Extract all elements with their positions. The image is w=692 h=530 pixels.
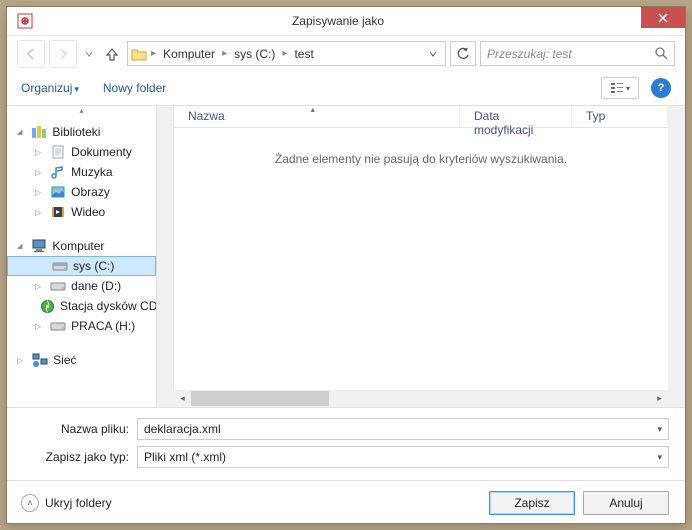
- tree-drive-cd[interactable]: Stacja dysków CD: [7, 296, 156, 316]
- window-title: Zapisywanie jako: [35, 14, 641, 28]
- drive-icon: [51, 258, 68, 274]
- chevron-down-icon[interactable]: ▾: [657, 424, 662, 435]
- new-folder-button[interactable]: Nowy folder: [103, 81, 166, 95]
- hide-folders-button[interactable]: ˄ Ukryj foldery: [21, 494, 112, 512]
- save-button[interactable]: Zapisz: [489, 491, 575, 515]
- search-placeholder: Przeszukaj: test: [487, 47, 655, 61]
- address-bar[interactable]: ▸ Komputer ▸ sys (C:) ▸ test: [127, 41, 446, 66]
- view-options-button[interactable]: ▾: [601, 77, 639, 99]
- search-icon: [655, 47, 668, 60]
- tree-computer[interactable]: Komputer: [7, 236, 156, 256]
- scroll-up-icon[interactable]: ▴: [7, 106, 156, 114]
- footer: ˄ Ukryj foldery Zapisz Anuluj: [7, 480, 685, 525]
- column-type[interactable]: Typ: [572, 106, 668, 127]
- libraries-icon: [30, 124, 47, 140]
- documents-icon: [49, 144, 66, 160]
- empty-message: Żadne elementy nie pasują do kryteriów w…: [174, 152, 668, 166]
- chevron-right-icon: ▸: [150, 48, 157, 59]
- column-date[interactable]: Data modyfikacji: [460, 106, 572, 127]
- tree-videos[interactable]: Wideo: [7, 202, 156, 222]
- column-name[interactable]: ▴ Nazwa: [174, 106, 460, 127]
- vertical-scrollbar[interactable]: [668, 106, 685, 390]
- filetype-label: Zapisz jako typ:: [23, 450, 137, 464]
- save-as-dialog: Zapisywanie jako ▸ Komputer ▸ sys (C:) ▸: [6, 6, 686, 524]
- titlebar: Zapisywanie jako: [7, 7, 685, 35]
- gutter: [157, 106, 174, 390]
- breadcrumb-folder[interactable]: test: [290, 45, 317, 63]
- breadcrumb-computer[interactable]: Komputer: [159, 45, 219, 63]
- up-button[interactable]: [101, 41, 123, 67]
- scroll-thumb[interactable]: [191, 391, 329, 406]
- network-icon: [31, 352, 48, 368]
- filename-input[interactable]: deklaracja.xml ▾: [137, 418, 669, 440]
- videos-icon: [49, 204, 66, 220]
- tree-drive-d[interactable]: dane (D:): [7, 276, 156, 296]
- scroll-left-icon[interactable]: ◂: [174, 390, 191, 407]
- chevron-right-icon: ▸: [281, 48, 288, 59]
- filename-label: Nazwa pliku:: [23, 422, 137, 436]
- sort-asc-icon: ▴: [311, 105, 315, 114]
- tree-documents[interactable]: Dokumenty: [7, 142, 156, 162]
- scroll-right-icon[interactable]: ▸: [651, 390, 668, 407]
- computer-icon: [30, 238, 47, 254]
- forward-button[interactable]: [49, 40, 77, 68]
- cd-drive-icon: [40, 298, 55, 314]
- cancel-button[interactable]: Anuluj: [583, 491, 669, 515]
- recent-dropdown[interactable]: [81, 40, 97, 68]
- address-dropdown[interactable]: [423, 50, 443, 58]
- drive-icon: [49, 318, 66, 334]
- drive-icon: [49, 278, 66, 294]
- close-button[interactable]: [641, 7, 685, 28]
- refresh-button[interactable]: [450, 41, 476, 66]
- tree-pictures[interactable]: Obrazy: [7, 182, 156, 202]
- body: ▴ Biblioteki Dokumenty Muzyka Obrazy: [7, 105, 685, 408]
- filetype-select[interactable]: Pliki xml (*.xml) ▾: [137, 446, 669, 468]
- toolbar: Organizuj▾ Nowy folder ▾ ?: [7, 71, 685, 105]
- tree-drive-c[interactable]: sys (C:): [7, 256, 156, 276]
- save-fields: Nazwa pliku: deklaracja.xml ▾ Zapisz jak…: [7, 408, 685, 480]
- tree-drive-h[interactable]: PRACA (H:): [7, 316, 156, 336]
- search-input[interactable]: Przeszukaj: test: [480, 41, 675, 66]
- folder-icon: [130, 45, 148, 63]
- chevron-right-icon: ▸: [221, 48, 228, 59]
- breadcrumb-drive[interactable]: sys (C:): [230, 45, 279, 63]
- view-icon: [610, 82, 624, 94]
- app-icon: [15, 11, 35, 31]
- file-list-area: ▴ Nazwa Data modyfikacji Typ Żadne eleme…: [157, 106, 685, 390]
- organize-menu[interactable]: Organizuj▾: [21, 81, 79, 95]
- tree-network[interactable]: Sieć: [7, 350, 156, 370]
- chevron-up-icon: ˄: [21, 494, 39, 512]
- help-button[interactable]: ?: [651, 78, 671, 98]
- nav-bar: ▸ Komputer ▸ sys (C:) ▸ test Przeszukaj:…: [7, 35, 685, 71]
- back-button[interactable]: [17, 40, 45, 68]
- music-icon: [49, 164, 66, 180]
- column-headers: ▴ Nazwa Data modyfikacji Typ: [174, 106, 668, 128]
- chevron-down-icon[interactable]: ▾: [657, 452, 662, 463]
- tree-libraries[interactable]: Biblioteki: [7, 122, 156, 142]
- tree-music[interactable]: Muzyka: [7, 162, 156, 182]
- horizontal-scrollbar[interactable]: ◂ ▸: [157, 390, 685, 407]
- nav-tree: ▴ Biblioteki Dokumenty Muzyka Obrazy: [7, 106, 157, 407]
- pictures-icon: [49, 184, 66, 200]
